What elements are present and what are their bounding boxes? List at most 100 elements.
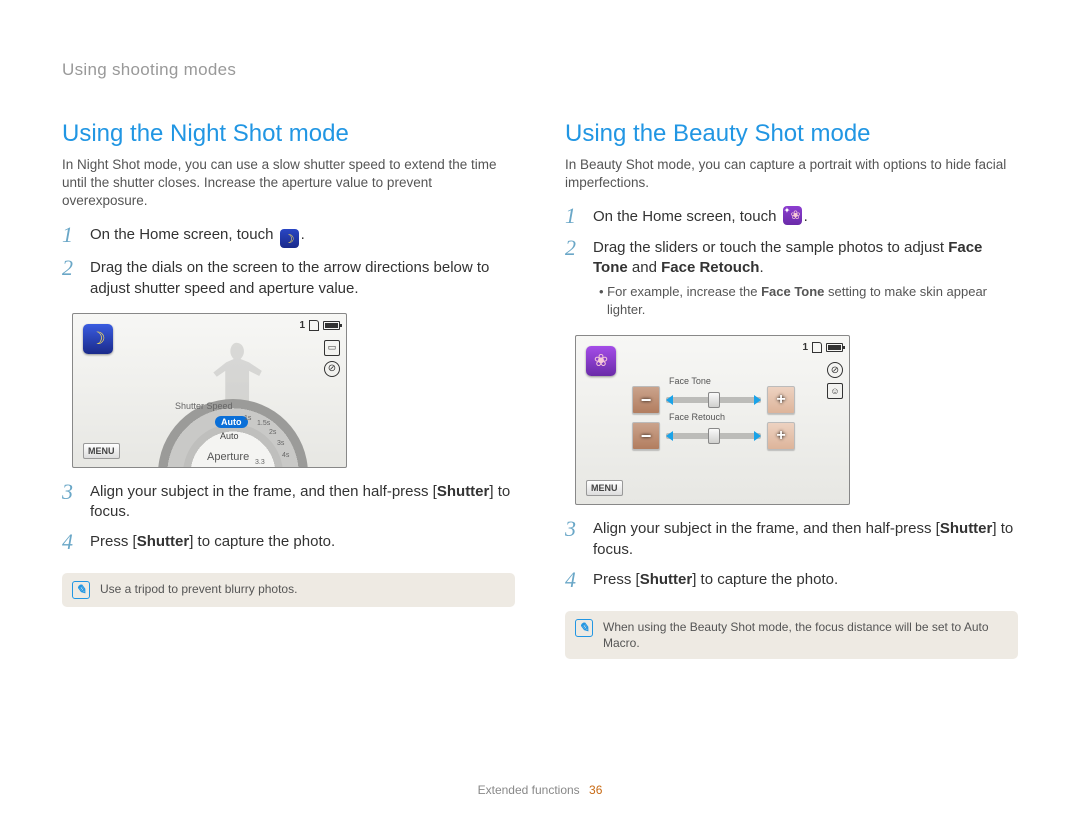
memory-icon	[812, 342, 822, 353]
text: ] to capture the photo.	[189, 533, 335, 550]
beauty-mode-icon	[783, 206, 802, 225]
breadcrumb: Using shooting modes	[0, 0, 1080, 80]
tick: 4s	[282, 452, 289, 459]
menu-button[interactable]: MENU	[586, 480, 623, 496]
shutter-key: Shutter	[640, 571, 693, 588]
beauty-note: ✎ When using the Beauty Shot mode, the f…	[565, 611, 1018, 659]
plus-sample-icon[interactable]: +	[767, 386, 795, 414]
text: .	[759, 259, 763, 276]
text: Press [	[593, 571, 640, 588]
auto-text: Auto	[220, 431, 239, 441]
side-icons: ▭ ⊘	[324, 340, 340, 377]
night-steps: 1 On the Home screen, touch . 2 Drag the…	[62, 225, 515, 309]
slider-track[interactable]	[666, 397, 761, 403]
step-number: 2	[565, 237, 583, 322]
beauty-shot-screenshot: 1 ⊘ ☺ MENU Face Tone − + Face Retouch	[575, 335, 850, 505]
night-steps-cont: 3 Align your subject in the frame, and t…	[62, 482, 515, 564]
page-footer: Extended functions 36	[0, 783, 1080, 797]
night-title: Using the Night Shot mode	[62, 120, 515, 148]
face-detect-icon: ☺	[827, 383, 843, 399]
text: Drag the dials on the screen to the arro…	[90, 258, 515, 299]
beauty-step-4: 4 Press [Shutter] to capture the photo.	[565, 570, 1018, 591]
aperture-label: Aperture	[207, 451, 249, 463]
status-bar: 1	[802, 342, 843, 353]
arrow-left-icon	[666, 431, 673, 441]
slider-knob[interactable]	[708, 392, 720, 408]
step-number: 4	[62, 531, 80, 553]
dial[interactable]: Shutter Speed Auto Auto Aperture 1s 1.5s…	[143, 364, 323, 468]
memory-icon	[309, 320, 319, 331]
text: Align your subject in the frame, and the…	[593, 520, 940, 537]
arrow-left-icon	[666, 395, 673, 405]
face-retouch-label: Face Retouch	[661, 259, 759, 276]
menu-button[interactable]: MENU	[83, 443, 120, 459]
text: On the Home screen, touch	[593, 208, 781, 225]
shutter-key: Shutter	[137, 533, 190, 550]
text: On the Home screen, touch	[90, 226, 278, 243]
note-icon: ✎	[72, 581, 90, 599]
minus-sample-icon[interactable]: −	[632, 422, 660, 450]
text: For example, increase the	[607, 284, 761, 299]
night-note: ✎ Use a tripod to prevent blurry photos.	[62, 573, 515, 607]
beauty-steps: 1 On the Home screen, touch . 2 Drag the…	[565, 206, 1018, 331]
shot-count: 1	[802, 342, 808, 353]
beauty-step-3: 3 Align your subject in the frame, and t…	[565, 519, 1018, 560]
face-tone-slider[interactable]: − +	[632, 386, 795, 414]
minus-sample-icon[interactable]: −	[632, 386, 660, 414]
text: Drag the sliders or touch the sample pho…	[593, 239, 948, 256]
step-number: 3	[62, 481, 80, 523]
auto-pill: Auto	[215, 416, 248, 428]
night-step-4: 4 Press [Shutter] to capture the photo.	[62, 532, 515, 553]
text: Align your subject in the frame, and the…	[90, 483, 437, 500]
tick: 2s	[269, 429, 276, 436]
note-icon: ✎	[575, 619, 593, 637]
face-retouch-slider[interactable]: − +	[632, 422, 795, 450]
shutter-key: Shutter	[437, 483, 490, 500]
tick: 3s	[277, 440, 284, 447]
step-number: 2	[62, 257, 80, 299]
arrow-right-icon	[754, 431, 761, 441]
beauty-shot-column: Using the Beauty Shot mode In Beauty Sho…	[565, 120, 1018, 659]
tick: 1s	[244, 415, 251, 422]
side-icons: ⊘ ☺	[827, 362, 843, 399]
beauty-step-2: 2 Drag the sliders or touch the sample p…	[565, 238, 1018, 322]
battery-icon	[826, 343, 843, 352]
status-bar: 1	[299, 320, 340, 331]
step-number: 1	[62, 224, 80, 249]
beauty-step-1: 1 On the Home screen, touch .	[565, 206, 1018, 227]
battery-icon	[323, 321, 340, 330]
slider-track[interactable]	[666, 433, 761, 439]
night-step-3: 3 Align your subject in the frame, and t…	[62, 482, 515, 523]
night-mode-icon	[280, 229, 299, 248]
step-number: 1	[565, 205, 583, 227]
night-mode-chip-icon	[83, 324, 113, 354]
shot-count: 1	[299, 320, 305, 331]
image-size-icon: ▭	[324, 340, 340, 356]
face-retouch-slider-label: Face Retouch	[669, 412, 725, 422]
text: .	[301, 226, 305, 243]
tick: 1.5s	[257, 420, 270, 427]
night-shot-screenshot: 1 ▭ ⊘ MENU Shutter Speed Auto Auto Apert…	[72, 313, 347, 468]
note-text: When using the Beauty Shot mode, the foc…	[603, 619, 1008, 651]
face-tone-slider-label: Face Tone	[669, 376, 711, 386]
plus-sample-icon[interactable]: +	[767, 422, 795, 450]
page-content: Using the Night Shot mode In Night Shot …	[0, 80, 1080, 659]
flash-off-icon: ⊘	[324, 361, 340, 377]
shutter-speed-label: Shutter Speed	[175, 401, 233, 411]
night-shot-column: Using the Night Shot mode In Night Shot …	[62, 120, 515, 659]
shutter-key: Shutter	[940, 520, 993, 537]
beauty-mode-chip-icon	[586, 346, 616, 376]
night-step-1: 1 On the Home screen, touch .	[62, 225, 515, 249]
slider-knob[interactable]	[708, 428, 720, 444]
tick: 3.3	[255, 459, 265, 466]
step-number: 4	[565, 569, 583, 591]
text: ] to capture the photo.	[692, 571, 838, 588]
beauty-title: Using the Beauty Shot mode	[565, 120, 1018, 148]
text: and	[628, 259, 661, 276]
step-number: 3	[565, 518, 583, 560]
night-intro: In Night Shot mode, you can use a slow s…	[62, 156, 515, 211]
text: .	[804, 208, 808, 225]
sub-bullet: For example, increase the Face Tone sett…	[607, 283, 1018, 318]
footer-page-number: 36	[589, 783, 602, 797]
face-tone-strong: Face Tone	[761, 284, 824, 299]
